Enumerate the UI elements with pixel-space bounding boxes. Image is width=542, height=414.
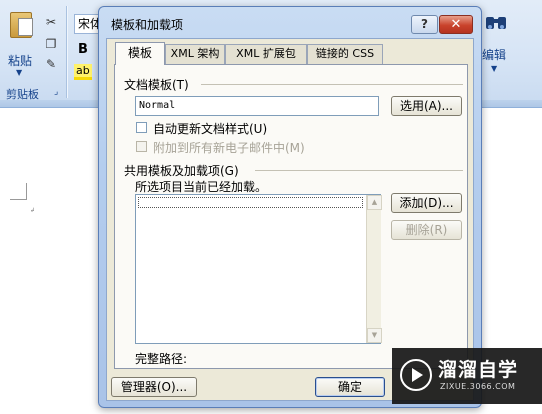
watermark-title: 溜溜自学	[438, 359, 519, 381]
copy-icon[interactable]: ❐	[42, 36, 60, 52]
clipboard-group-label: 剪贴板	[6, 88, 39, 101]
attach-email-checkbox[interactable]	[136, 141, 147, 152]
page-corner-mark	[10, 199, 27, 200]
paste-label: 粘贴	[8, 54, 33, 68]
play-logo-icon	[400, 359, 432, 391]
auto-update-checkbox[interactable]	[136, 122, 147, 133]
binoculars-icon[interactable]	[484, 14, 510, 36]
organizer-button[interactable]: 管理器(O)...	[111, 377, 197, 397]
add-template-button[interactable]: 添加(D)...	[391, 193, 462, 213]
tab-linked-css[interactable]: 链接的 CSS	[307, 44, 383, 64]
auto-update-label: 自动更新文档样式(U)	[153, 122, 268, 136]
ok-button[interactable]: 确定	[315, 377, 385, 397]
section-divider	[201, 84, 463, 85]
close-icon: ✕	[450, 17, 462, 32]
help-button[interactable]: ?	[411, 15, 438, 34]
paste-button[interactable]: 粘贴 ▼	[4, 6, 38, 77]
bold-button[interactable]: B	[78, 42, 88, 57]
tab-xml-expansion-packs[interactable]: XML 扩展包	[225, 44, 307, 64]
question-icon: ?	[421, 17, 428, 31]
paste-icon	[10, 12, 33, 38]
chevron-down-icon: ▼	[16, 68, 23, 77]
scissors-icon[interactable]: ✂	[42, 14, 60, 30]
tab-panel: 文档模板(T) Normal 选用(A)... 自动更新文档样式(U) 附加到所…	[114, 64, 468, 369]
dialog-client-area: 模板 XML 架构 XML 扩展包 链接的 CSS 文档模板(T) Normal…	[106, 38, 474, 401]
dialog-title: 模板和加载项	[111, 18, 184, 32]
tab-xml-schema[interactable]: XML 架构	[165, 44, 225, 64]
watermark: 溜溜自学 ZIXUE.3066.COM	[392, 348, 542, 404]
tab-template[interactable]: 模板	[115, 42, 165, 65]
chevron-down-icon: ▼	[491, 64, 498, 73]
paragraph-mark: ↲	[30, 207, 36, 214]
list-scrollbar[interactable]: ▲ ▼	[366, 195, 382, 343]
remove-template-button[interactable]: 删除(R)	[391, 220, 462, 240]
highlight-button[interactable]: ab	[74, 64, 92, 80]
select-template-button[interactable]: 选用(A)...	[391, 96, 462, 116]
watermark-url: ZIXUE.3066.COM	[440, 382, 516, 391]
group-separator	[66, 6, 67, 98]
loaded-hint: 所选项目当前已经加载。	[135, 180, 268, 194]
attach-email-label: 附加到所有新电子邮件中(M)	[153, 141, 305, 155]
page-corner-mark	[26, 183, 27, 200]
editing-group-label[interactable]: 编辑	[482, 46, 506, 63]
list-focus-rectangle	[138, 197, 363, 208]
scroll-up-icon[interactable]: ▲	[367, 195, 382, 210]
full-path-label: 完整路径:	[135, 352, 188, 366]
global-templates-label: 共用模板及加载项(G)	[124, 164, 239, 178]
dialog-title-bar[interactable]: 模板和加载项 ? ✕	[99, 7, 481, 39]
close-button[interactable]: ✕	[439, 15, 473, 34]
dialog-launcher-icon[interactable]: ⌟	[54, 87, 58, 97]
global-templates-list[interactable]: ▲ ▼	[135, 194, 382, 344]
document-template-label: 文档模板(T)	[124, 78, 189, 92]
format-painter-icon[interactable]: ✎	[42, 56, 60, 72]
document-template-field[interactable]: Normal	[135, 96, 379, 116]
scroll-down-icon[interactable]: ▼	[367, 328, 382, 343]
section-divider	[255, 170, 463, 171]
